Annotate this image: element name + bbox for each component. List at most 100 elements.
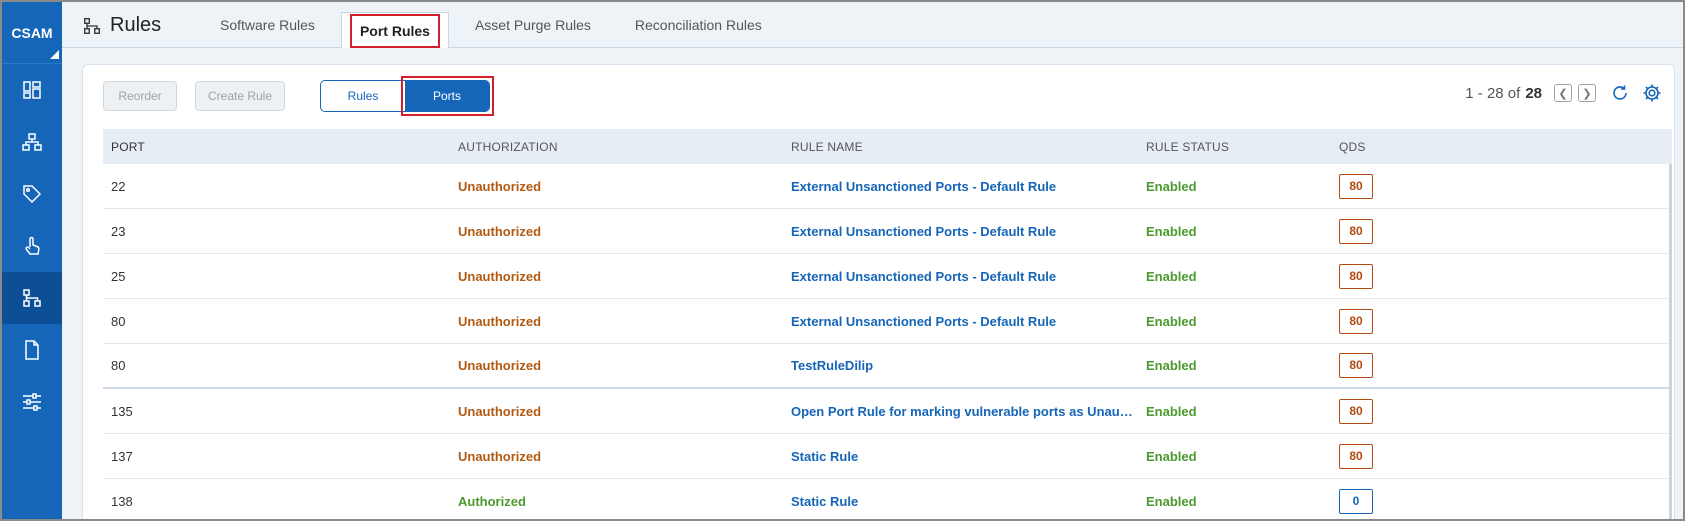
dashboard-icon — [23, 81, 41, 99]
cell-rule-name-link[interactable]: Static Rule — [791, 494, 1146, 509]
qds-badge[interactable]: 80 — [1339, 308, 1373, 334]
tab-label: Reconciliation Rules — [634, 17, 762, 33]
table-row[interactable]: 137 Unauthorized Static Rule Enabled 80 — [103, 434, 1672, 479]
table-row[interactable]: 80 Unauthorized TestRuleDilip Enabled 80 — [103, 344, 1672, 389]
sidebar-item-rules[interactable] — [2, 272, 62, 324]
cell-port: 138 — [111, 493, 133, 509]
next-page-button[interactable]: ❯ — [1578, 84, 1596, 102]
qds-badge[interactable]: 0 — [1339, 488, 1373, 514]
sidebar-item-tags[interactable] — [2, 168, 62, 220]
view-toggle: Rules Ports — [320, 76, 494, 116]
cell-qds: 80 — [1339, 398, 1672, 424]
refresh-icon[interactable] — [1610, 83, 1630, 103]
qds-badge[interactable]: 80 — [1339, 173, 1373, 199]
column-header-qds[interactable]: QDS — [1339, 140, 1672, 154]
cell-port: 135 — [111, 403, 133, 419]
pagination-range: 1 - 28 of — [1465, 84, 1521, 102]
brand-expand-icon — [50, 50, 59, 59]
qds-badge[interactable]: 80 — [1339, 353, 1373, 378]
pagination: 1 - 28 of 28 ❮ ❯ — [1465, 83, 1662, 103]
cell-rule-name-link[interactable]: External Unsanctioned Ports - Default Ru… — [791, 269, 1146, 284]
cell-rule-name-link[interactable]: External Unsanctioned Ports - Default Ru… — [791, 179, 1146, 194]
sidebar-item-dashboard[interactable] — [2, 64, 62, 116]
tab-label: Asset Purge Rules — [474, 17, 591, 33]
sidebar-item-documents[interactable] — [2, 324, 62, 376]
tab-port-rules[interactable]: Port Rules — [340, 12, 449, 48]
sidebar-item-settings[interactable] — [2, 376, 62, 428]
column-header-rule-status[interactable]: RULE STATUS — [1146, 140, 1339, 154]
table-row[interactable]: 23 Unauthorized External Unsanctioned Port… — [103, 209, 1672, 254]
tab-label: Port Rules — [349, 13, 440, 48]
cell-port: 80 — [111, 313, 126, 329]
touch-icon — [25, 236, 40, 255]
tag-icon — [23, 185, 42, 204]
qds-badge[interactable]: 80 — [1339, 218, 1373, 244]
page-title: Rules — [82, 14, 161, 37]
qds-badge[interactable]: 80 — [1339, 263, 1373, 289]
cell-rule-status: Enabled — [1146, 178, 1197, 194]
cell-port: 80 — [111, 358, 126, 373]
cell-qds: 80 — [1339, 308, 1672, 334]
cell-authorization: Unauthorized — [458, 403, 542, 419]
cell-authorization: Unauthorized — [458, 358, 542, 373]
qds-badge[interactable]: 80 — [1339, 398, 1373, 424]
table-row[interactable]: 22 Unauthorized External Unsanctioned Port… — [103, 164, 1672, 209]
toggle-ports[interactable]: Ports — [401, 76, 494, 116]
rules-card: Reorder Create Rule Rules Ports 1 - 28 o… — [82, 64, 1675, 519]
cell-authorization: Unauthorized — [458, 178, 542, 194]
cell-rule-name-link[interactable]: External Unsanctioned Ports - Default Ru… — [791, 224, 1146, 239]
table-row[interactable]: 80 Unauthorized External Unsanctioned Port… — [103, 299, 1672, 344]
table-row[interactable]: 138 Authorized Static Rule Enabled 0 — [103, 479, 1672, 519]
port-rules-table: PORT AUTHORIZATION RULE NAME RULE STATUS… — [103, 129, 1672, 519]
page-title-text: Rules — [110, 14, 162, 36]
cell-qds: 80 — [1339, 173, 1672, 199]
app-window: CSAM Rules Software Rules Port Rules Ass… — [0, 0, 1685, 521]
create-rule-button[interactable]: Create Rule — [195, 81, 285, 111]
cell-rule-name-link[interactable]: Static Rule — [791, 449, 1146, 464]
chevron-right-icon: ❯ — [1582, 87, 1592, 100]
cell-authorization: Unauthorized — [458, 448, 542, 464]
table-header: PORT AUTHORIZATION RULE NAME RULE STATUS… — [103, 129, 1672, 164]
cell-rule-status: Enabled — [1146, 268, 1197, 284]
table-scrollbar[interactable] — [1669, 164, 1672, 519]
sidebar: CSAM — [2, 2, 62, 519]
column-header-authorization[interactable]: AUTHORIZATION — [458, 140, 791, 154]
brand-logo[interactable]: CSAM — [2, 2, 62, 64]
table-row[interactable]: 25 Unauthorized External Unsanctioned Port… — [103, 254, 1672, 299]
tab-label: Software Rules — [220, 17, 315, 33]
cell-qds: 80 — [1339, 263, 1672, 289]
tab-software-rules[interactable]: Software Rules — [202, 2, 333, 48]
pagination-total: 28 — [1525, 84, 1542, 102]
rules-icon — [23, 289, 41, 307]
inventory-icon — [22, 133, 42, 151]
sidebar-item-touch[interactable] — [2, 220, 62, 272]
top-header: Rules Software Rules Port Rules Asset Pu… — [62, 2, 1683, 48]
tab-asset-purge-rules[interactable]: Asset Purge Rules — [457, 2, 609, 48]
chevron-left-icon: ❮ — [1558, 87, 1568, 100]
sliders-icon — [23, 393, 41, 411]
cell-port: 23 — [111, 223, 126, 239]
rules-tabs: Software Rules Port Rules Asset Purge Ru… — [202, 2, 788, 48]
column-header-port[interactable]: PORT — [103, 140, 458, 154]
cell-authorization: Authorized — [458, 493, 526, 509]
column-header-rule-name[interactable]: RULE NAME — [791, 140, 1146, 154]
cell-port: 22 — [111, 178, 126, 194]
brand-label: CSAM — [11, 24, 53, 41]
reorder-button[interactable]: Reorder — [103, 81, 177, 111]
cell-rule-name-link[interactable]: External Unsanctioned Ports - Default Ru… — [791, 314, 1146, 329]
table-body: 22 Unauthorized External Unsanctioned Port… — [103, 164, 1672, 519]
document-icon — [25, 340, 39, 360]
toggle-rules[interactable]: Rules — [321, 81, 405, 111]
table-row[interactable]: 135 Unauthorized Open Port Rule for markin… — [103, 389, 1672, 434]
cell-port: 137 — [111, 448, 133, 464]
cell-rule-name-link[interactable]: Open Port Rule for marking vulnerable po… — [791, 404, 1146, 419]
cell-rule-name-link[interactable]: TestRuleDilip — [791, 358, 1146, 373]
tab-reconciliation-rules[interactable]: Reconciliation Rules — [617, 2, 780, 48]
gear-icon[interactable] — [1642, 83, 1662, 103]
cell-rule-status: Enabled — [1146, 358, 1197, 373]
cell-qds: 80 — [1339, 353, 1672, 378]
qds-badge[interactable]: 80 — [1339, 443, 1373, 469]
sidebar-item-inventory[interactable] — [2, 116, 62, 168]
cell-rule-status: Enabled — [1146, 403, 1197, 419]
prev-page-button[interactable]: ❮ — [1554, 84, 1572, 102]
